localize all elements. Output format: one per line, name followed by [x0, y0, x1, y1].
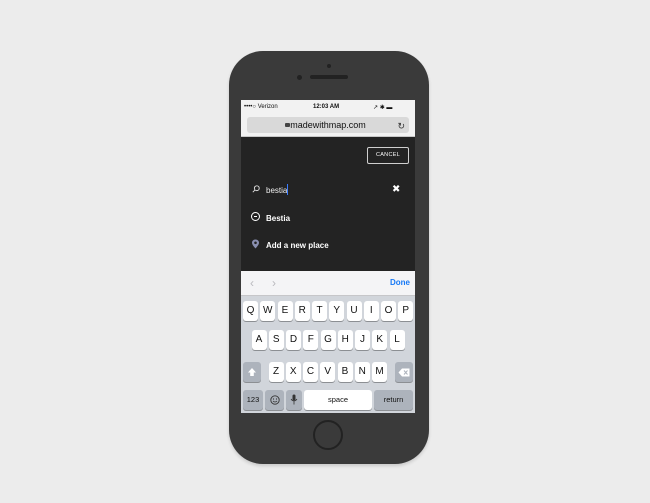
numbers-key[interactable]: 123 [243, 390, 263, 410]
minus-circle-icon [251, 212, 260, 221]
key-m[interactable]: M [372, 362, 387, 382]
search-input[interactable] [266, 184, 376, 196]
front-camera [327, 64, 331, 68]
key-w[interactable]: W [260, 301, 276, 321]
status-bar: ••••○ Verizon 12:03 AM ↗ ✱ ▬ [241, 100, 415, 114]
backspace-icon [398, 368, 410, 377]
key-e[interactable]: E [277, 301, 293, 321]
key-q[interactable]: Q [243, 301, 258, 321]
key-i[interactable]: I [363, 301, 379, 321]
phone-screen: ••••○ Verizon 12:03 AM ↗ ✱ ▬ madewithmap… [241, 100, 415, 413]
cancel-button[interactable]: CANCEL [367, 147, 409, 164]
lock-icon [285, 123, 290, 127]
emoji-icon [269, 395, 280, 405]
key-x[interactable]: X [285, 362, 301, 382]
home-button[interactable] [313, 420, 343, 450]
carrier-label: ••••○ Verizon [244, 104, 278, 110]
text-caret [287, 184, 288, 195]
dictation-key[interactable] [286, 390, 302, 410]
key-j[interactable]: J [355, 330, 370, 350]
key-f[interactable]: F [303, 330, 319, 350]
key-o[interactable]: O [381, 301, 396, 321]
emoji-key[interactable] [265, 390, 284, 410]
key-g[interactable]: G [320, 330, 336, 350]
microphone-icon [290, 394, 298, 405]
browser-address-bar: madewithmap.com ↻ [241, 114, 415, 137]
url-text: madewithmap.com [290, 120, 366, 130]
key-p[interactable]: P [398, 301, 414, 321]
search-icon [252, 185, 260, 193]
key-z[interactable]: Z [268, 362, 284, 382]
delete-key[interactable] [395, 362, 413, 382]
status-icons: ↗ ✱ ▬ [373, 105, 393, 111]
key-u[interactable]: U [346, 301, 362, 321]
key-d[interactable]: D [286, 330, 301, 350]
chevron-left-icon[interactable]: ‹ [250, 276, 254, 290]
key-r[interactable]: R [294, 301, 310, 321]
chevron-right-icon[interactable]: › [272, 276, 276, 290]
result-label: Add a new place [266, 241, 329, 250]
key-a[interactable]: A [251, 330, 267, 350]
key-y[interactable]: Y [329, 301, 345, 321]
result-label: Bestia [266, 214, 291, 223]
key-s[interactable]: S [268, 330, 284, 350]
key-k[interactable]: K [372, 330, 388, 350]
speaker-grille [310, 75, 348, 79]
key-c[interactable]: C [303, 362, 318, 382]
key-l[interactable]: L [389, 330, 405, 350]
shift-icon [248, 368, 256, 376]
reload-icon[interactable]: ↻ [397, 118, 405, 134]
map-pin-icon [252, 239, 259, 249]
key-t[interactable]: T [312, 301, 327, 321]
keyboard: ‹ › Done QWERTYUIOP ASDFGHJKL ZXCVBNM 12… [241, 271, 415, 413]
key-h[interactable]: H [337, 330, 353, 350]
space-key[interactable]: space [304, 390, 372, 410]
key-v[interactable]: V [320, 362, 336, 382]
done-button[interactable]: Done [390, 278, 410, 287]
return-key[interactable]: return [374, 390, 413, 410]
shift-key[interactable] [243, 362, 261, 382]
clear-icon[interactable]: ✖ [392, 185, 400, 195]
sensor [297, 75, 302, 80]
clock: 12:03 AM [313, 104, 340, 110]
key-n[interactable]: N [354, 362, 370, 382]
keyboard-accessory-bar: ‹ › Done [241, 271, 415, 296]
key-b[interactable]: B [337, 362, 353, 382]
url-field[interactable]: madewithmap.com ↻ [247, 117, 409, 133]
